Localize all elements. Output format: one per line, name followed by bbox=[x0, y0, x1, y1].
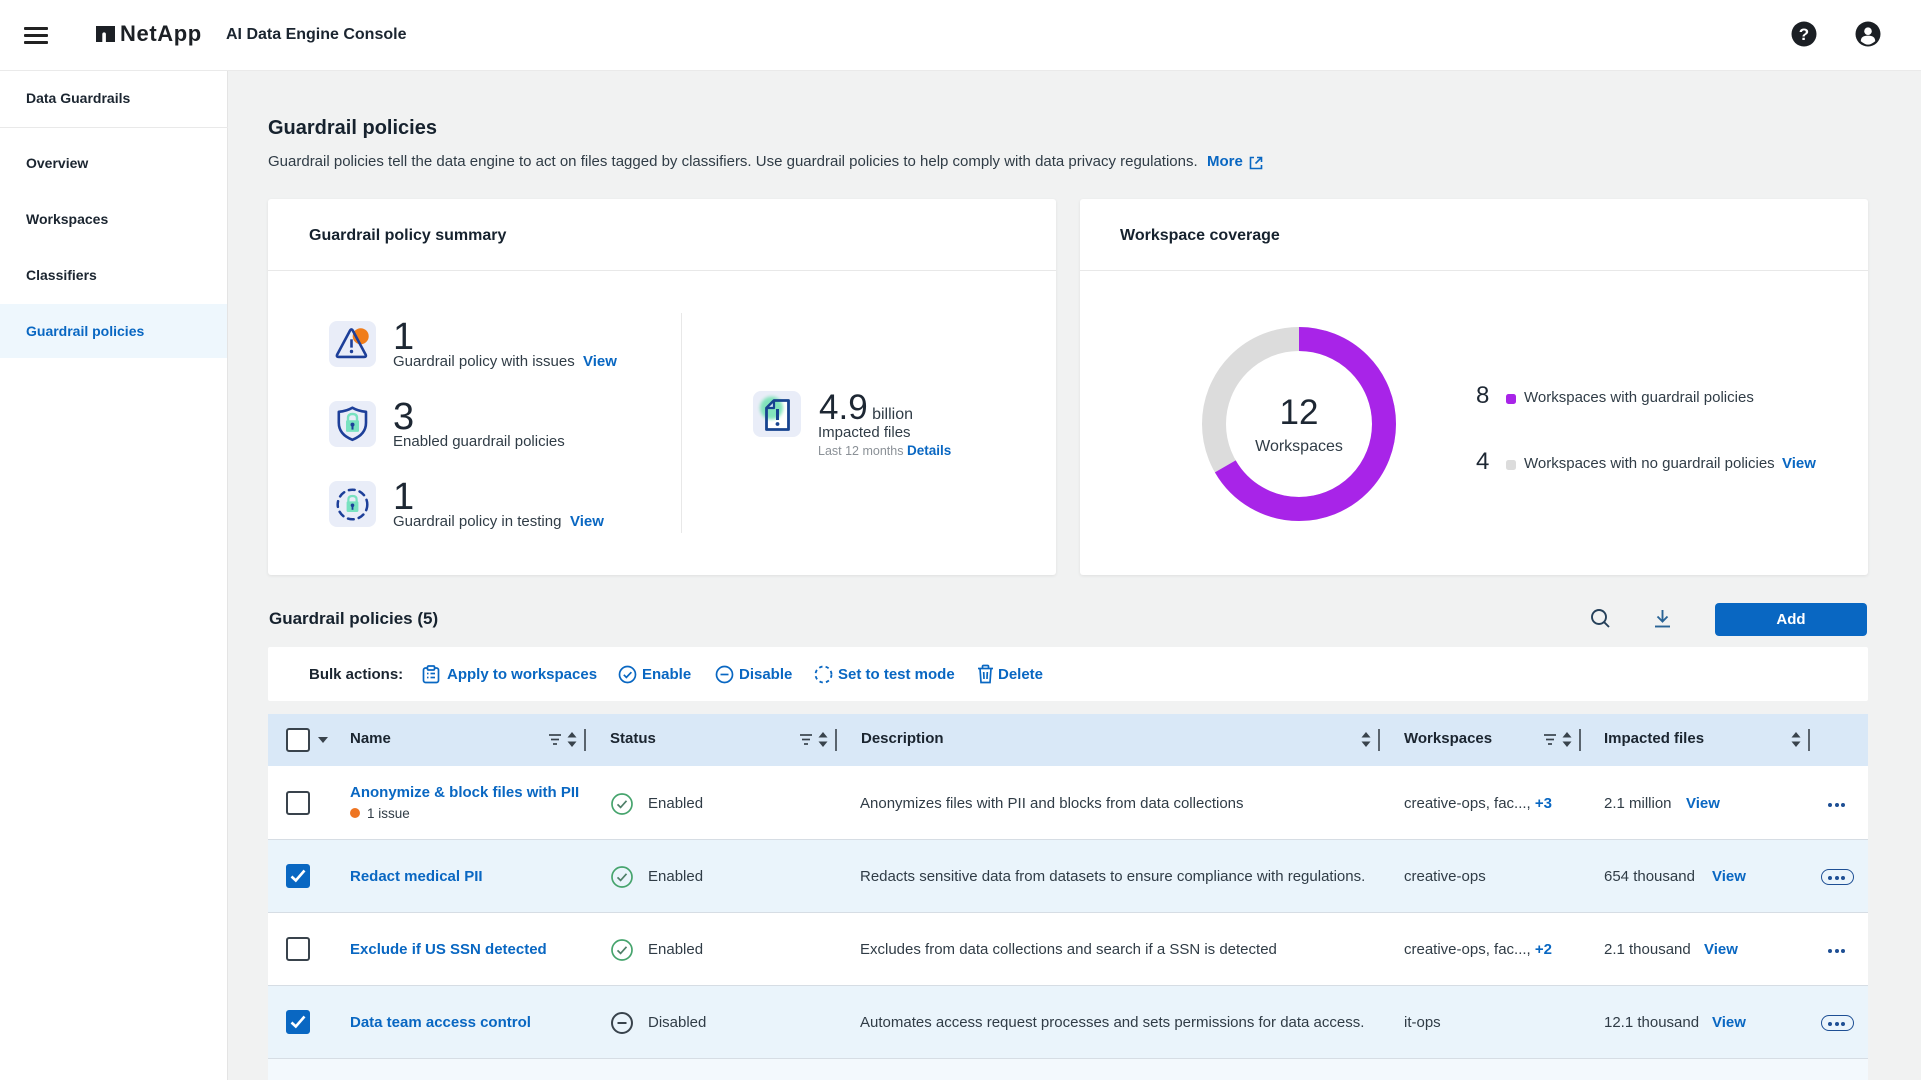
svg-text:?: ? bbox=[1799, 25, 1809, 44]
